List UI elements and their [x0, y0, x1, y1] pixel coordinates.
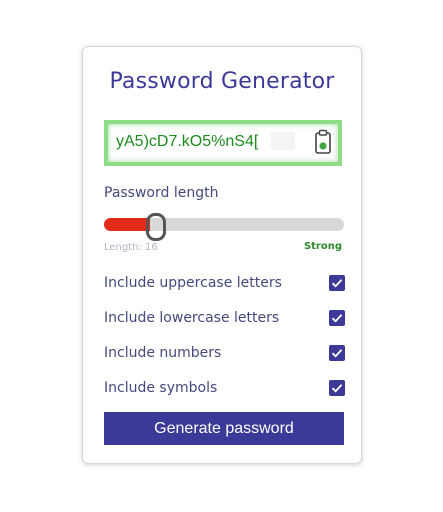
option-numbers-label: Include numbers — [104, 345, 222, 361]
option-symbols-label: Include symbols — [104, 380, 218, 396]
app-title: Password Generator — [109, 69, 335, 94]
option-uppercase[interactable]: Include uppercase letters — [104, 275, 345, 295]
password-text[interactable]: yA5)cD7.kO5%nS4[ — [116, 133, 258, 151]
option-uppercase-label: Include uppercase letters — [104, 275, 282, 291]
slider-thumb[interactable] — [146, 213, 166, 241]
check-icon — [331, 349, 343, 358]
check-icon — [331, 279, 343, 288]
lowercase-checkbox[interactable] — [329, 310, 345, 326]
length-value-text: Length: 16 — [104, 242, 158, 253]
check-icon — [331, 314, 343, 323]
option-lowercase[interactable]: Include lowercase letters — [104, 310, 345, 330]
option-symbols[interactable]: Include symbols — [104, 380, 345, 400]
length-slider[interactable] — [104, 213, 344, 241]
password-output[interactable]: yA5)cD7.kO5%nS4[ — [104, 120, 342, 166]
slider-fill — [104, 218, 150, 231]
option-numbers[interactable]: Include numbers — [104, 345, 345, 365]
clipboard-icon[interactable] — [314, 129, 332, 155]
symbols-checkbox[interactable] — [329, 380, 345, 396]
password-length-label: Password length — [104, 185, 219, 201]
generate-password-button[interactable]: Generate password — [104, 412, 344, 445]
password-generator-card: Password Generator yA5)cD7.kO5%nS4[ Pass… — [82, 46, 362, 464]
check-icon — [331, 384, 343, 393]
uppercase-checkbox[interactable] — [329, 275, 345, 291]
numbers-checkbox[interactable] — [329, 345, 345, 361]
strength-indicator: Strong — [303, 241, 342, 252]
option-lowercase-label: Include lowercase letters — [104, 310, 280, 326]
text-selection-highlight — [271, 132, 295, 150]
